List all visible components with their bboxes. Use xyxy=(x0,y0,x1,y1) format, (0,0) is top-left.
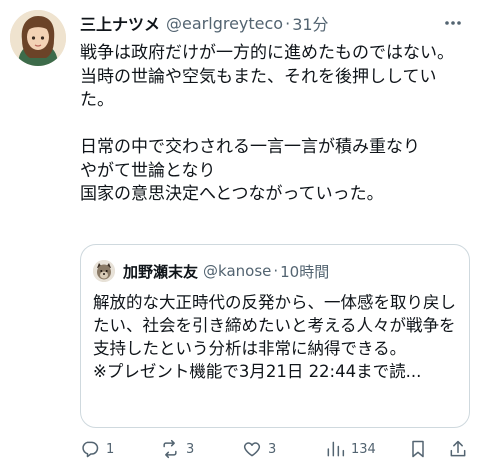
like-button[interactable]: 3 xyxy=(242,436,276,462)
author-display-name[interactable]: 三上ナツメ xyxy=(80,11,160,35)
header-separator: · xyxy=(285,13,291,33)
repost-icon xyxy=(160,439,180,459)
repost-button[interactable]: 3 xyxy=(160,436,194,462)
quoted-avatar xyxy=(93,260,115,282)
quoted-author-handle[interactable]: @kanose xyxy=(203,262,271,280)
author-handle[interactable]: @earlgreyteco xyxy=(166,14,283,33)
quoted-timestamp[interactable]: 10時間 xyxy=(280,261,329,282)
view-count: 134 xyxy=(351,441,376,457)
quoted-post-header: 加野瀬末友 @kanose · 10時間 xyxy=(93,259,457,283)
reply-count: 1 xyxy=(106,441,115,457)
action-bar: 1 3 3 134 xyxy=(80,436,470,462)
bookmark-icon xyxy=(408,439,428,459)
quoted-author-display-name[interactable]: 加野瀬末友 xyxy=(123,261,198,282)
like-count: 3 xyxy=(268,441,277,457)
post-text: 戦争は政府だけが一方的に進めたものではない。 当時の世論や空気もまた、それを後押… xyxy=(80,43,454,204)
quoted-header-separator: · xyxy=(273,262,279,280)
heart-icon xyxy=(242,439,262,459)
more-horizontal-icon[interactable] xyxy=(440,10,466,36)
views-button[interactable]: 134 xyxy=(325,436,376,462)
post-timestamp[interactable]: 31分 xyxy=(292,11,328,35)
post[interactable]: 三上ナツメ @earlgreyteco · 31分 戦争は政府だけが一方的に進め… xyxy=(0,0,480,474)
avatar[interactable] xyxy=(10,10,66,66)
share-icon xyxy=(448,439,468,459)
quoted-post-text: 解放的な大正時代の反発から、一体感を取り戻したい、社会を引き締めたいと考える人々… xyxy=(93,293,456,381)
repost-count: 3 xyxy=(186,441,195,457)
bookmark-button[interactable] xyxy=(408,436,428,462)
post-header: 三上ナツメ @earlgreyteco · 31分 xyxy=(80,10,470,36)
reply-button[interactable]: 1 xyxy=(80,436,114,462)
reply-icon xyxy=(80,439,100,459)
views-icon xyxy=(325,439,345,459)
share-button[interactable] xyxy=(448,436,468,462)
quoted-post[interactable]: 加野瀬末友 @kanose · 10時間 解放的な大正時代の反発から、一体感を取… xyxy=(80,244,470,428)
